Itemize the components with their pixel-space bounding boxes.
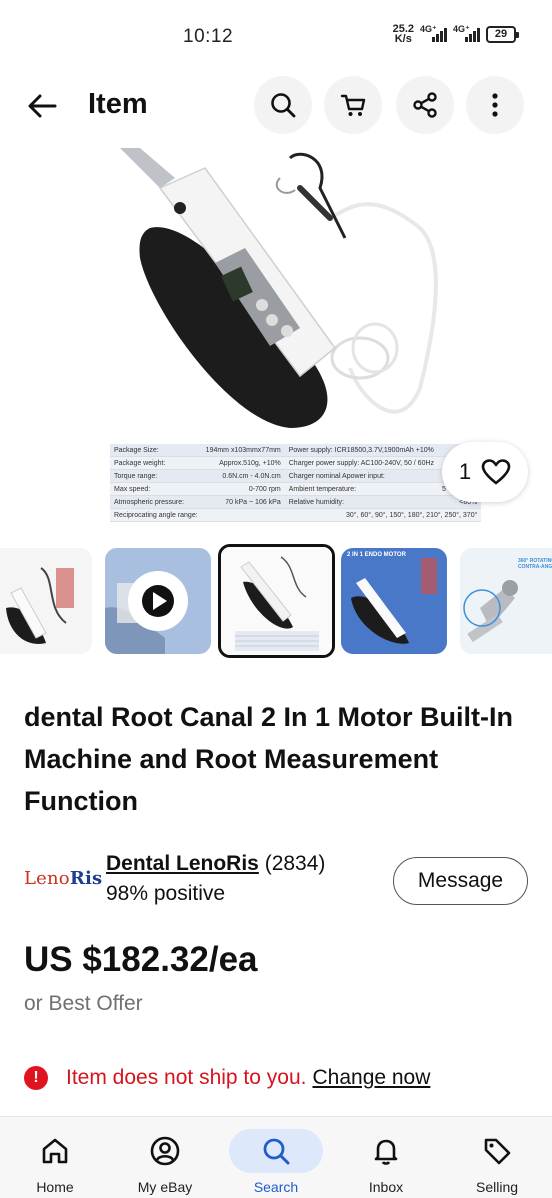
status-bar: 10:12 25.2 K/s 4G⁺ 4G⁺ 29: [0, 0, 552, 76]
seller-logo-text: Leno: [24, 868, 70, 889]
signal-label: 4G⁺: [453, 24, 470, 34]
shipping-notice: ! Item does not ship to you. Change now: [24, 1066, 430, 1090]
seller-logo[interactable]: LenoRis: [24, 868, 102, 889]
more-options-button[interactable]: [466, 76, 524, 134]
status-indicators: 25.2 K/s 4G⁺ 4G⁺ 29: [393, 24, 519, 45]
product-photo: [120, 148, 438, 428]
back-button[interactable]: [24, 86, 60, 126]
signal-label: 4G⁺: [420, 24, 437, 34]
thumbnail-caption: 360° ROTATING CONTRA-ANGLE: [518, 558, 552, 570]
seller-name-link[interactable]: Dental LenoRis: [106, 852, 259, 875]
spec-cell: Atmospheric pressure:: [110, 495, 202, 509]
battery-icon: 29: [486, 25, 519, 43]
spec-cell: 0.6N.cm - 4.0N.cm: [201, 469, 285, 483]
spec-cell: Torque range:: [110, 469, 202, 483]
app-header: Item: [0, 76, 552, 136]
spec-cell: Reciprocating angle range:: [110, 508, 202, 522]
thumbnail-image-selected[interactable]: [218, 544, 335, 658]
signal-icon: 4G⁺: [420, 24, 447, 42]
watch-button[interactable]: 1: [442, 442, 528, 502]
spec-row: Atmospheric pressure: 70 kPa ~ 106 kPa Rel…: [110, 495, 482, 509]
video-thumbnail[interactable]: [105, 548, 211, 654]
best-offer-text: or Best Offer: [24, 992, 143, 1015]
spec-cell: 30°, 60°, 90°, 150°, 180°, 210°, 250°, 3…: [201, 508, 482, 522]
spec-row: Reciprocating angle range: 30°, 60°, 90°,…: [110, 508, 482, 522]
nav-label: Search: [253, 1179, 299, 1195]
spec-row: Max speed:0-700 rpmAmbient temperature:5…: [110, 482, 482, 496]
bottom-navigation: Home My eBay Search Inbox Selling: [0, 1116, 552, 1198]
more-vertical-icon: [492, 93, 498, 117]
cart-button[interactable]: [324, 76, 382, 134]
nav-item-inbox[interactable]: Inbox: [331, 1117, 441, 1198]
nav-label: My eBay: [137, 1179, 193, 1195]
spec-cell: Max speed:: [110, 482, 202, 496]
spec-row: Package Size: 194mm x103mmx77mm Power supp…: [110, 444, 482, 457]
nav-item-selling[interactable]: Selling: [442, 1117, 552, 1198]
nav-label: Selling: [475, 1179, 519, 1195]
page-title: Item: [88, 88, 148, 120]
watch-count: 1: [458, 459, 472, 484]
search-icon: [271, 93, 296, 118]
thumbnail-photo: [221, 547, 332, 655]
search-button[interactable]: [254, 76, 312, 134]
nav-label: Inbox: [368, 1179, 404, 1195]
thumbnail-photo: [0, 548, 92, 654]
search-icon: [263, 1138, 290, 1165]
nav-item-home[interactable]: Home: [0, 1117, 110, 1198]
account-icon: [150, 1136, 180, 1166]
thumbnail-image[interactable]: [0, 548, 92, 654]
spec-cell: 194mm x103mmx77mm: [201, 444, 285, 457]
thumbnail-photo: [341, 548, 447, 654]
shipping-notice-text: Item does not ship to you.: [66, 1066, 307, 1089]
status-time: 10:12: [183, 26, 234, 47]
spec-row: Package weight: Approx.510g, +10% Charger …: [110, 456, 482, 470]
tag-icon: [484, 1138, 511, 1165]
thumbnail-image[interactable]: 2 IN 1 ENDO MOTOR: [341, 548, 447, 654]
item-price: US $182.32/ea: [24, 940, 258, 979]
seller-info: Dental LenoRis (2834): [106, 852, 325, 876]
play-icon: [142, 585, 174, 617]
bell-icon: [374, 1139, 398, 1165]
network-speed: 25.2 K/s: [393, 24, 414, 45]
spec-cell: Charger nominal Apower input:: [284, 469, 439, 483]
share-button[interactable]: [396, 76, 454, 134]
spec-cell: Ambient temperature:: [284, 482, 439, 496]
spec-cell: Approx.510g, +10%: [201, 456, 285, 470]
spec-cell: Relative humidity:: [284, 495, 439, 509]
share-icon: [413, 92, 437, 118]
thumbnail-image[interactable]: 360° ROTATING CONTRA-ANGLE: [460, 548, 552, 654]
thumbnail-caption: 2 IN 1 ENDO MOTOR: [347, 552, 406, 558]
item-title: dental Root Canal 2 In 1 Motor Built-In …: [24, 702, 513, 816]
spec-cell: Package Size:: [110, 444, 202, 457]
seller-feedback-count: (2834): [264, 852, 326, 875]
alert-icon: !: [24, 1066, 48, 1090]
spec-cell: Package weight:: [110, 456, 202, 470]
arrow-left-icon: [28, 94, 57, 118]
product-image[interactable]: Package Size: 194mm x103mmx77mm Power supp…: [0, 148, 552, 538]
nav-label: Home: [36, 1179, 74, 1195]
home-icon: [42, 1138, 68, 1164]
change-location-link[interactable]: Change now: [312, 1066, 430, 1090]
cart-icon: [340, 94, 366, 116]
spec-cell: Power supply: ICR18500,3.7V,1900mAh +10%: [284, 444, 439, 457]
seller-logo-text-suffix: Ris: [69, 868, 103, 889]
spec-cell: 0-700 rpm: [201, 482, 285, 496]
thumbnail-strip: 2 IN 1 ENDO MOTOR 360° ROTATING CONTRA-A…: [0, 544, 552, 660]
spec-table: Package Size: 194mm x103mmx77mm Power supp…: [110, 444, 482, 522]
spec-cell: 70 kPa ~ 106 kPa: [201, 495, 285, 509]
heart-icon: [481, 459, 511, 485]
nav-item-my-ebay[interactable]: My eBay: [110, 1117, 220, 1198]
seller-positive: 98% positive: [106, 882, 226, 905]
spec-row: Torque range: 0.6N.cm - 4.0N.cm Charger no…: [110, 469, 482, 483]
network-speed-unit: K/s: [394, 33, 412, 45]
signal-icon: 4G⁺: [453, 24, 480, 42]
nav-item-search[interactable]: Search: [221, 1117, 331, 1198]
spec-cell: Charger power supply: AC100-240V, 50 / 6…: [284, 456, 439, 470]
message-button[interactable]: Message: [393, 857, 528, 905]
